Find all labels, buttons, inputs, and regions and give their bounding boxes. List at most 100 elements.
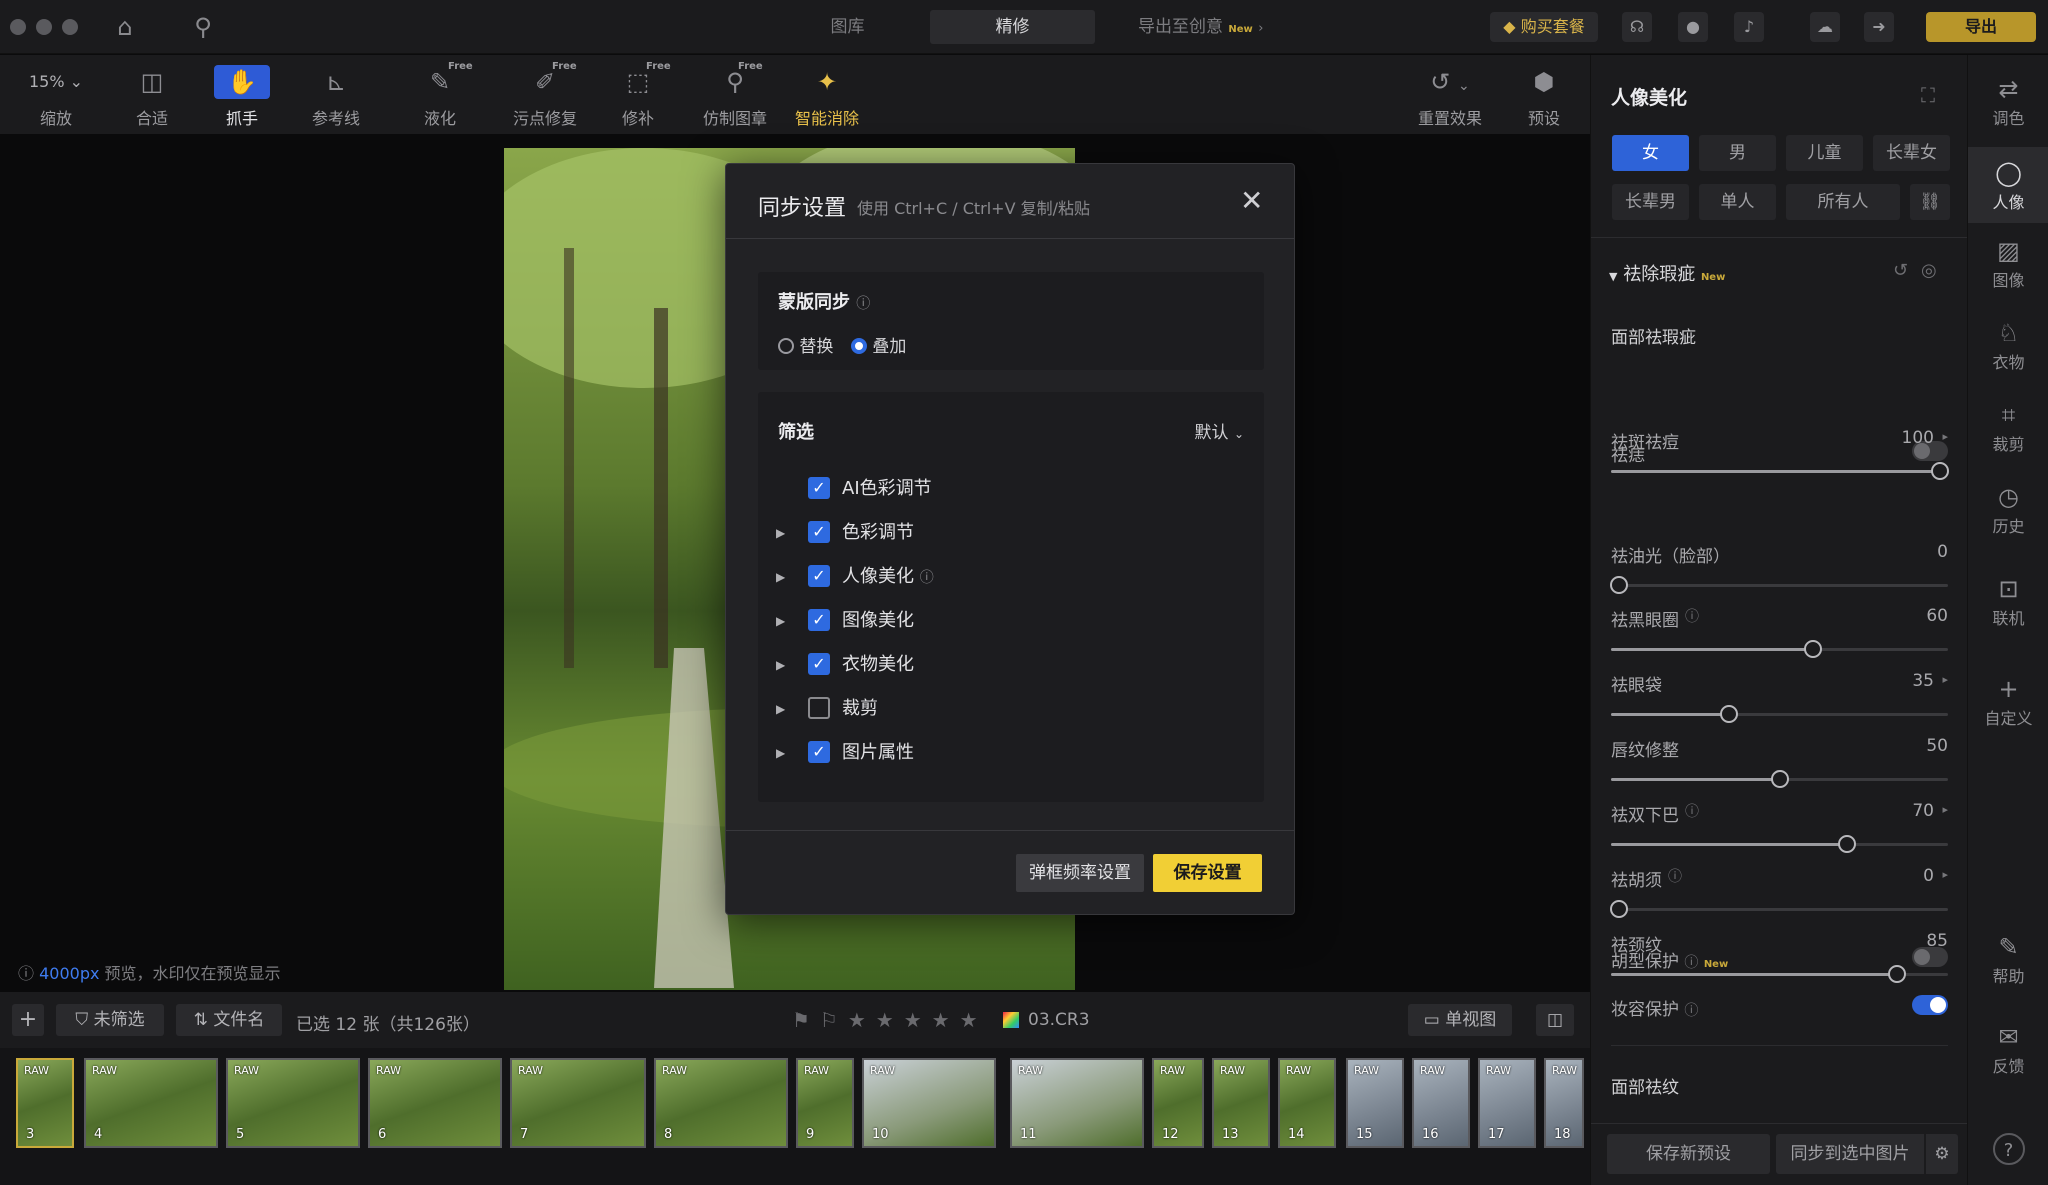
bell-icon[interactable]: ♪: [1734, 12, 1764, 42]
film-thumbnail[interactable]: RAW 10: [862, 1058, 996, 1148]
film-thumbnail[interactable]: RAW 15: [1346, 1058, 1404, 1148]
mask-option-overlay[interactable]: 叠加: [851, 332, 906, 357]
tab-retouch[interactable]: 精修: [930, 10, 1095, 44]
chip-female[interactable]: 女: [1612, 135, 1689, 171]
slider-value[interactable]: 35: [1912, 671, 1934, 691]
export-button[interactable]: 导出: [1926, 12, 2036, 42]
link-icon[interactable]: ⛓: [1910, 184, 1950, 220]
color-label-icon[interactable]: [1003, 1012, 1019, 1028]
buy-plan-button[interactable]: ◆ 购买套餐: [1490, 12, 1598, 42]
film-thumbnail[interactable]: RAW 4: [84, 1058, 218, 1148]
slider-knob[interactable]: [1804, 640, 1823, 658]
section-blemish[interactable]: ▼ 祛除瑕疵 New: [1609, 260, 1725, 286]
slider-track[interactable]: [1610, 576, 1948, 594]
checkbox-checked[interactable]: ✓: [808, 521, 830, 543]
film-thumbnail[interactable]: RAW 9: [796, 1058, 854, 1148]
rating-flags[interactable]: ⚑⚐★★★★★: [792, 1008, 988, 1032]
tool-guides[interactable]: ⊾ 参考线: [300, 55, 372, 134]
strip-custom[interactable]: + 自定义: [1968, 669, 2048, 733]
face-detect-icon[interactable]: ⛶: [1921, 83, 1935, 107]
reset-effects-button[interactable]: ↺ ⌄ 重置效果: [1410, 55, 1490, 134]
slider-value[interactable]: 50: [1926, 736, 1948, 756]
window-close-button[interactable]: [10, 19, 26, 35]
headset-icon[interactable]: ☊: [1622, 12, 1652, 42]
strip-feedback[interactable]: ✉ 反馈: [1968, 1017, 2048, 1081]
slider-value[interactable]: 0: [1937, 542, 1948, 562]
caret-right-icon[interactable]: ▸: [1942, 803, 1948, 816]
expand-arrow-icon[interactable]: ▶: [776, 696, 785, 722]
slider-knob[interactable]: [1837, 835, 1856, 853]
expand-arrow-icon[interactable]: ▶: [776, 652, 785, 678]
search-icon[interactable]: ⚲: [188, 12, 218, 42]
sync-to-selected-button[interactable]: 同步到选中图片: [1776, 1134, 1924, 1174]
save-settings-button[interactable]: 保存设置: [1153, 854, 1262, 892]
film-thumbnail[interactable]: RAW 8: [654, 1058, 788, 1148]
tool-spot-heal[interactable]: ✐ Free 污点修复: [500, 55, 590, 134]
reset-section-icon[interactable]: ↺: [1893, 260, 1908, 281]
cloud-icon[interactable]: ☁: [1810, 12, 1840, 42]
film-thumbnail[interactable]: RAW 14: [1278, 1058, 1336, 1148]
checkbox-checked[interactable]: ✓: [808, 565, 830, 587]
film-thumbnail[interactable]: RAW 17: [1478, 1058, 1536, 1148]
film-thumbnail[interactable]: RAW 5: [226, 1058, 360, 1148]
strip-crop[interactable]: ⌗ 裁剪: [1968, 395, 2048, 459]
caret-right-icon[interactable]: ▸: [1942, 430, 1948, 443]
tool-fit[interactable]: ◫ 合适: [116, 55, 188, 134]
chip-elder-male[interactable]: 长辈男: [1612, 184, 1689, 220]
caret-right-icon[interactable]: ▸: [1942, 673, 1948, 686]
slider-knob[interactable]: [1610, 900, 1628, 918]
share-icon[interactable]: ➜: [1864, 12, 1894, 42]
expand-arrow-icon[interactable]: ▶: [776, 608, 785, 634]
checkbox-checked[interactable]: ✓: [808, 741, 830, 763]
user-icon[interactable]: ●: [1678, 12, 1708, 42]
chip-single[interactable]: 单人: [1699, 184, 1776, 220]
checkbox-checked[interactable]: ✓: [808, 609, 830, 631]
tool-liquify[interactable]: ✎ Free 液化: [404, 55, 476, 134]
slider-track[interactable]: [1611, 770, 1948, 788]
slider-value[interactable]: 60: [1926, 606, 1948, 626]
tool-patch[interactable]: ⬚ Free 修补: [602, 55, 674, 134]
slider-track[interactable]: [1611, 705, 1948, 723]
slider-knob[interactable]: [1770, 770, 1789, 788]
tool-smart-erase[interactable]: ✦ 智能消除: [782, 55, 872, 134]
checkbox-unchecked[interactable]: [808, 697, 830, 719]
chip-male[interactable]: 男: [1699, 135, 1776, 171]
filter-default-select[interactable]: 默认 ⌄: [1195, 418, 1244, 443]
tool-clone-stamp[interactable]: ⚲ Free 仿制图章: [690, 55, 780, 134]
preset-button[interactable]: ⬢ 预设: [1508, 55, 1580, 134]
film-thumbnail[interactable]: RAW 12: [1152, 1058, 1204, 1148]
slider-track[interactable]: [1611, 835, 1948, 853]
expand-arrow-icon[interactable]: ▶: [776, 740, 785, 766]
close-icon[interactable]: ✕: [1240, 184, 1263, 217]
sort-button[interactable]: ⇅ 文件名: [176, 1004, 282, 1036]
popup-frequency-button[interactable]: 弹框频率设置: [1016, 854, 1144, 892]
toggle-section-icon[interactable]: ◎: [1921, 260, 1937, 281]
save-preset-button[interactable]: 保存新预设: [1607, 1134, 1770, 1174]
slider-knob[interactable]: [1888, 965, 1907, 983]
slider-track[interactable]: [1611, 462, 1949, 480]
tab-library[interactable]: 图库: [770, 10, 925, 44]
mask-option-replace[interactable]: 替换: [778, 332, 833, 357]
slider-value[interactable]: 85: [1926, 931, 1948, 951]
slider-track[interactable]: [1611, 965, 1948, 983]
sync-settings-icon[interactable]: ⚙: [1926, 1134, 1958, 1174]
window-zoom-button[interactable]: [62, 19, 78, 35]
zoom-value[interactable]: 15% ⌄: [28, 65, 84, 99]
home-icon[interactable]: ⌂: [110, 12, 140, 42]
makeup-protect-toggle[interactable]: [1912, 995, 1948, 1015]
tool-zoom[interactable]: 15% ⌄ 缩放: [20, 55, 92, 134]
window-minimize-button[interactable]: [36, 19, 52, 35]
slider-value[interactable]: 0: [1923, 866, 1934, 886]
expand-arrow-icon[interactable]: ▶: [776, 520, 785, 546]
caret-right-icon[interactable]: ▸: [1942, 868, 1948, 881]
strip-question[interactable]: ?: [1968, 1133, 2048, 1173]
strip-image[interactable]: ▨ 图像: [1968, 231, 2048, 295]
film-thumbnail[interactable]: RAW 6: [368, 1058, 502, 1148]
film-thumbnail[interactable]: RAW 11: [1010, 1058, 1144, 1148]
slider-knob[interactable]: [1931, 462, 1949, 480]
film-thumbnail[interactable]: RAW 18: [1544, 1058, 1584, 1148]
chip-elder-female[interactable]: 长辈女: [1873, 135, 1950, 171]
add-icon[interactable]: +: [12, 1004, 44, 1036]
expand-arrow-icon[interactable]: ▶: [776, 564, 785, 590]
strip-clothes[interactable]: ♘ 衣物: [1968, 313, 2048, 377]
